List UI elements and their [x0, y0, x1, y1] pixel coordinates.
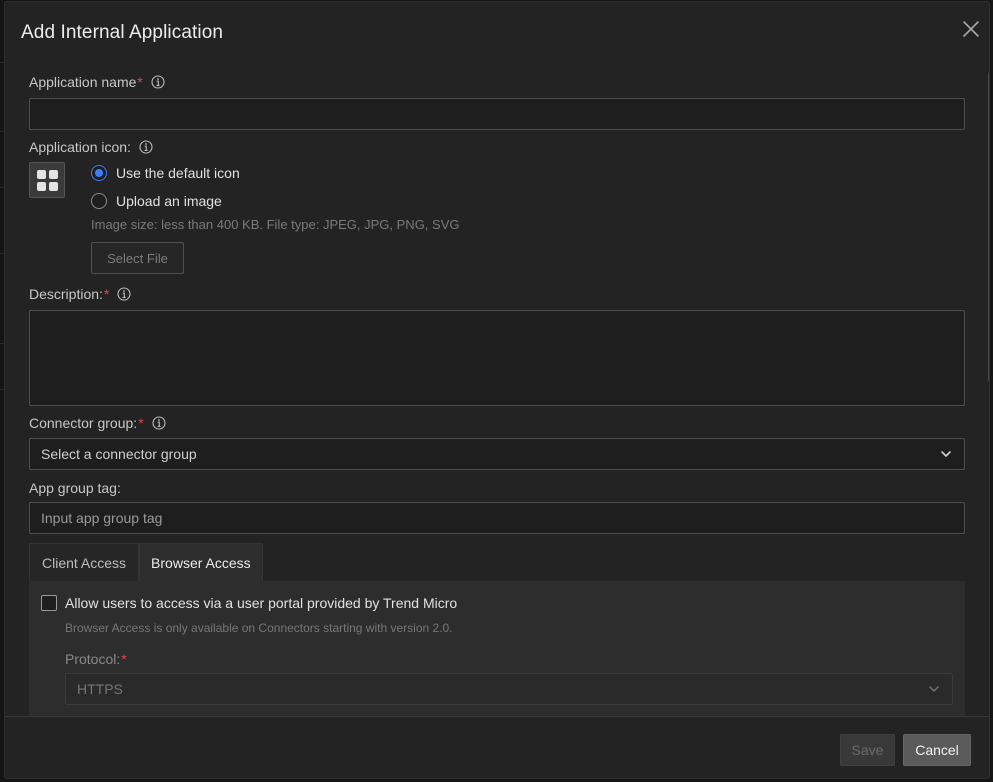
protocol-label: Protocol:*	[65, 651, 127, 667]
info-icon[interactable]	[117, 287, 131, 301]
connector-group-select[interactable]: Select a connector group	[29, 438, 965, 470]
chevron-down-icon	[929, 686, 939, 692]
protocol-label-text: Protocol:	[65, 651, 121, 667]
radio-use-default-icon[interactable]: Use the default icon	[91, 165, 240, 181]
chevron-down-icon	[941, 451, 951, 457]
app-group-tag-input[interactable]	[29, 502, 965, 534]
default-app-icon	[29, 162, 65, 198]
connector-group-label-text: Connector group:	[29, 415, 138, 431]
required-mark: *	[138, 415, 144, 431]
radio-label: Upload an image	[116, 193, 222, 209]
dialog-footer: Save Cancel	[5, 716, 989, 778]
checkbox-label: Allow users to access via a user portal …	[65, 595, 458, 611]
checkbox[interactable]	[41, 595, 57, 611]
info-icon[interactable]	[152, 416, 166, 430]
grid-icon-cell	[49, 182, 58, 191]
radio-button[interactable]	[91, 193, 107, 209]
protocol-select[interactable]: HTTPS	[65, 673, 953, 705]
app-group-tag-label-text: App group tag:	[29, 480, 121, 496]
connector-group-placeholder: Select a connector group	[41, 446, 197, 462]
radio-button-checked[interactable]	[91, 165, 107, 181]
info-icon[interactable]	[139, 140, 153, 154]
browser-access-panel: Allow users to access via a user portal …	[29, 581, 965, 716]
grid-icon-cell	[49, 170, 58, 179]
add-internal-application-dialog: Add Internal Application Application nam…	[4, 1, 990, 779]
required-mark: *	[103, 286, 110, 302]
browser-access-hint: Browser Access is only available on Conn…	[65, 621, 453, 635]
cancel-button[interactable]: Cancel	[903, 734, 971, 766]
dialog-body[interactable]: Application name * Application icon: Use…	[5, 64, 989, 716]
description-label-text: Description:	[29, 286, 103, 302]
dialog-title: Add Internal Application	[21, 22, 224, 43]
access-tabs: Client Access Browser Access	[29, 543, 263, 581]
image-size-hint: Image size: less than 400 KB. File type:…	[91, 217, 460, 232]
tab-client-access[interactable]: Client Access	[29, 543, 140, 581]
protocol-value: HTTPS	[77, 681, 123, 697]
radio-upload-image[interactable]: Upload an image	[91, 193, 222, 209]
allow-user-portal-checkbox[interactable]: Allow users to access via a user portal …	[41, 595, 457, 611]
app-icon-label-text: Application icon:	[29, 139, 131, 155]
grid-icon-cell	[37, 182, 46, 191]
connector-group-label: Connector group: *	[29, 415, 166, 431]
radio-label: Use the default icon	[116, 165, 240, 181]
select-file-button[interactable]: Select File	[91, 242, 184, 274]
app-name-label: Application name *	[29, 74, 165, 90]
scrollbar[interactable]	[988, 72, 989, 382]
save-button[interactable]: Save	[840, 734, 895, 766]
required-mark: *	[121, 651, 127, 667]
info-icon[interactable]	[151, 75, 165, 89]
description-label: Description: *	[29, 286, 131, 302]
app-icon-label: Application icon:	[29, 139, 153, 155]
app-group-tag-label: App group tag:	[29, 480, 121, 496]
tab-browser-access[interactable]: Browser Access	[139, 543, 263, 581]
required-mark: *	[137, 74, 143, 90]
description-textarea[interactable]	[29, 310, 965, 406]
application-name-input[interactable]	[29, 98, 965, 130]
grid-icon-cell	[37, 170, 46, 179]
app-name-label-text: Application name	[29, 74, 137, 90]
close-icon	[963, 21, 979, 37]
close-button[interactable]	[961, 19, 981, 39]
